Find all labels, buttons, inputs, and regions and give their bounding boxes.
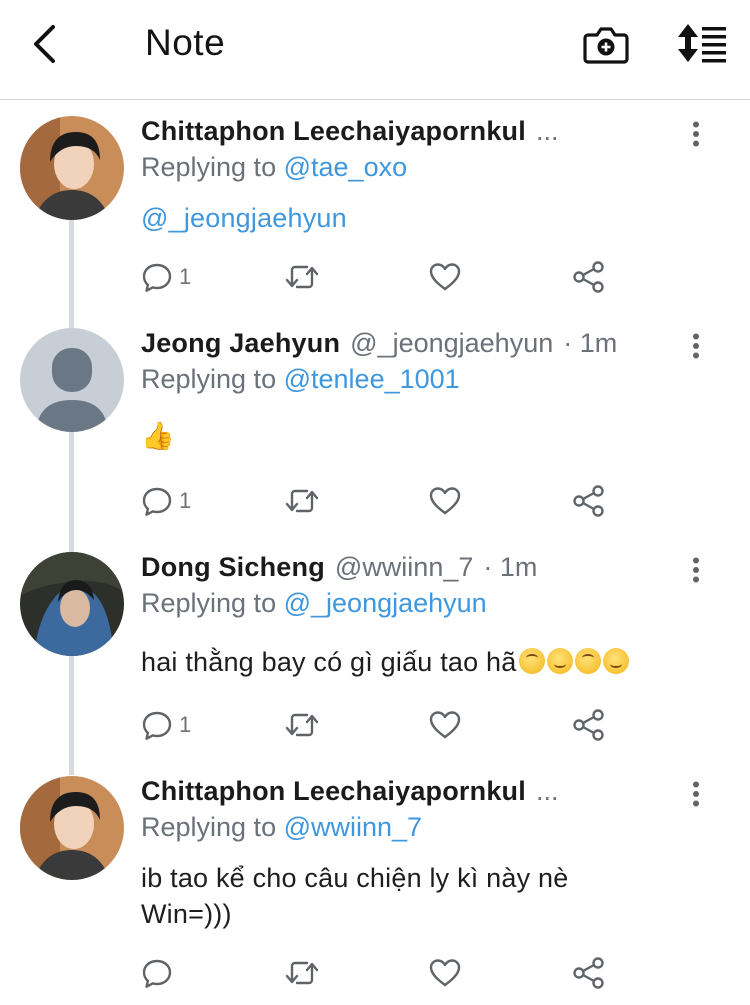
sort-button[interactable] [674, 20, 730, 66]
display-name[interactable]: Chittaphon Leechaiyapornkul [141, 776, 526, 807]
reply-button[interactable]: 1 [141, 708, 191, 742]
replying-prefix: Replying to [141, 364, 277, 394]
retweet-icon [285, 489, 319, 513]
like-button[interactable] [428, 484, 462, 518]
truncation: ... [535, 116, 559, 146]
top-bar: Note [0, 0, 750, 100]
more-vertical-icon [693, 557, 699, 583]
user-handle[interactable]: @_jeongjaehyun [350, 328, 553, 359]
tweet-actions: 1 [141, 484, 611, 518]
tweet-text: hai thằng bay có gì giấu tao hã [141, 647, 517, 677]
replying-mention[interactable]: @tenlee_1001 [284, 364, 460, 394]
replying-prefix: Replying to [141, 812, 277, 842]
heart-icon [429, 959, 461, 987]
avatar[interactable] [20, 552, 124, 656]
retweet-button[interactable] [284, 708, 320, 742]
tweet-header: Chittaphon Leechaiyapornkul ... [141, 776, 558, 812]
replying-to: Replying to @wwiinn_7 [141, 812, 422, 843]
heart-icon [429, 487, 461, 515]
timestamp: · 1m [563, 328, 618, 358]
tweet-header: Jeong Jaehyun @_jeongjaehyun · 1m [141, 328, 617, 364]
reply-button[interactable] [141, 956, 179, 990]
replying-mention[interactable]: @wwiinn_7 [284, 812, 422, 842]
upside-down-face-icon [518, 648, 545, 674]
heart-icon [429, 711, 461, 739]
page-title: Note [145, 22, 226, 63]
tweet-header: Chittaphon Leechaiyapornkul ... [141, 116, 558, 152]
timestamp: · 1m [483, 552, 538, 582]
retweet-button[interactable] [284, 260, 320, 294]
share-icon [573, 261, 604, 293]
tweet-text-line-1: ib tao kể cho câu chiện ly kì này nè [141, 863, 569, 893]
more-options-button[interactable] [684, 776, 708, 812]
more-vertical-icon [693, 121, 699, 147]
more-options-button[interactable] [684, 116, 708, 152]
upside-down-face-icon [574, 648, 601, 674]
tweet-header: Dong Sicheng @wwiinn_7 · 1m [141, 552, 537, 588]
tweet-actions [141, 956, 611, 990]
thread-line [69, 220, 74, 775]
replying-mention[interactable]: @tae_oxo [284, 152, 408, 182]
retweet-button[interactable] [284, 956, 320, 990]
truncation: ... [535, 776, 559, 806]
more-vertical-icon [693, 333, 699, 359]
share-button[interactable] [572, 484, 606, 518]
heart-icon [429, 263, 461, 291]
retweet-icon [285, 265, 319, 289]
like-button[interactable] [428, 708, 462, 742]
camera-add-icon [583, 27, 629, 64]
reply-icon [142, 487, 172, 516]
slightly-smiling-face-icon [546, 648, 573, 674]
reply-count: 1 [179, 264, 192, 289]
back-button[interactable] [24, 22, 64, 66]
tweet-actions: 1 [141, 708, 611, 742]
replying-to: Replying to @tae_oxo [141, 152, 407, 183]
share-button[interactable] [572, 708, 606, 742]
retweet-icon [285, 713, 319, 737]
reply-icon [142, 263, 172, 292]
share-icon [573, 957, 604, 989]
more-options-button[interactable] [684, 328, 708, 364]
display-name[interactable]: Chittaphon Leechaiyapornkul [141, 116, 526, 147]
replying-to: Replying to @_jeongjaehyun [141, 588, 487, 619]
like-button[interactable] [428, 260, 462, 294]
replying-prefix: Replying to [141, 588, 277, 618]
reply-icon [142, 711, 172, 740]
replying-to: Replying to @tenlee_1001 [141, 364, 460, 395]
display-name[interactable]: Dong Sicheng [141, 552, 325, 583]
replying-mention[interactable]: @_jeongjaehyun [284, 588, 487, 618]
tweet-text: 👍 [141, 421, 175, 451]
share-button[interactable] [572, 956, 606, 990]
share-button[interactable] [572, 260, 606, 294]
more-vertical-icon [693, 781, 699, 807]
avatar[interactable] [20, 328, 124, 432]
tweet-text-container: hai thằng bay có gì giấu tao hã [141, 644, 629, 680]
reply-count: 1 [179, 488, 192, 513]
more-options-button[interactable] [684, 552, 708, 588]
sort-list-icon [678, 24, 726, 63]
reply-count: 1 [179, 712, 192, 737]
tweet-text-line-2: Win=))) [141, 899, 232, 929]
retweet-icon [285, 961, 319, 985]
replying-prefix: Replying to [141, 152, 277, 182]
reply-button[interactable]: 1 [141, 260, 191, 294]
share-icon [573, 485, 604, 517]
reply-icon [142, 959, 172, 988]
camera-button[interactable] [582, 22, 630, 66]
tweet-actions: 1 [141, 260, 611, 294]
reply-button[interactable]: 1 [141, 484, 191, 518]
tweet-text[interactable]: @_jeongjaehyun [141, 200, 347, 236]
chevron-left-icon [34, 25, 55, 63]
user-handle[interactable]: @wwiinn_7 [335, 552, 473, 583]
slightly-smiling-face-icon [602, 648, 629, 674]
share-icon [573, 709, 604, 741]
avatar[interactable] [20, 776, 124, 880]
display-name[interactable]: Jeong Jaehyun [141, 328, 340, 359]
like-button[interactable] [428, 956, 462, 990]
avatar[interactable] [20, 116, 124, 220]
retweet-button[interactable] [284, 484, 320, 518]
